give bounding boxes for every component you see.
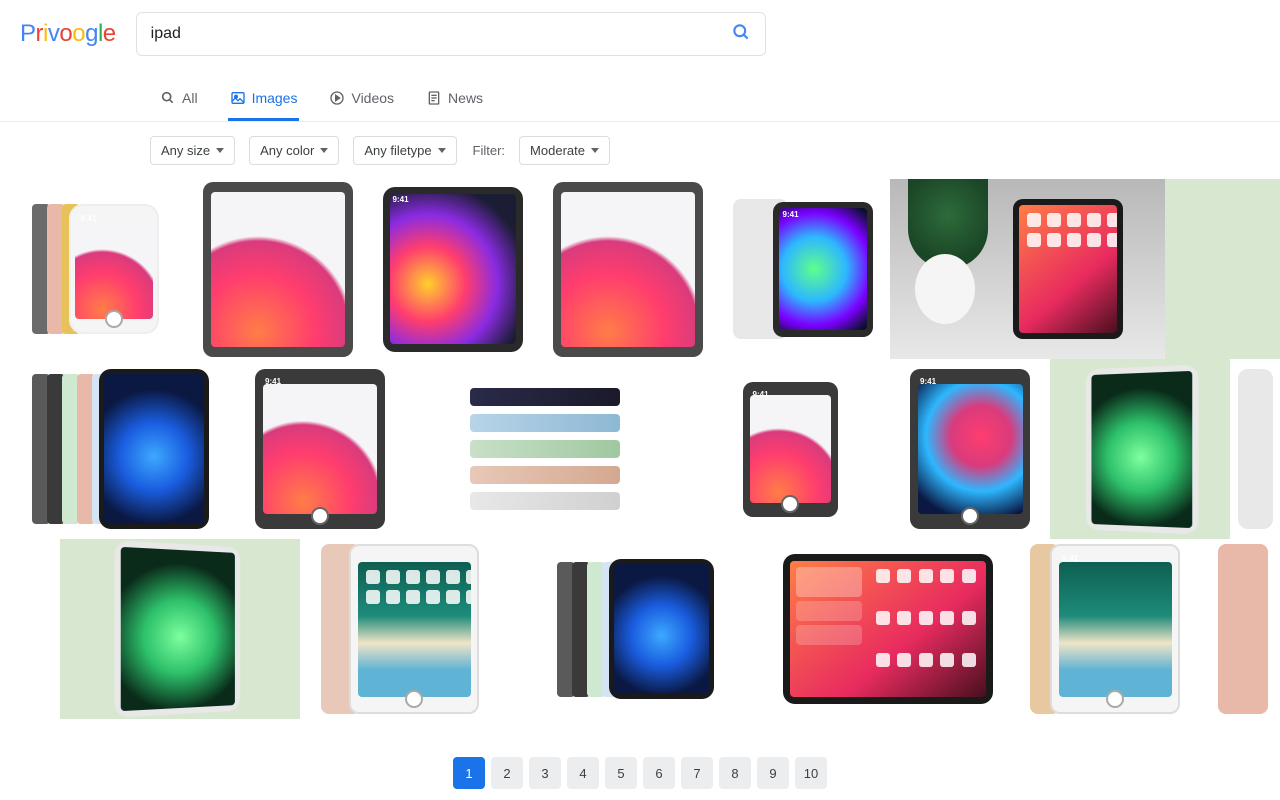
image-result[interactable]: 9:41 bbox=[1005, 539, 1205, 719]
filter-label-text: Any color bbox=[260, 143, 314, 158]
image-result-partial bbox=[0, 539, 60, 719]
page-5[interactable]: 5 bbox=[605, 757, 637, 789]
image-result[interactable] bbox=[1050, 359, 1230, 539]
chevron-down-icon bbox=[438, 148, 446, 153]
image-result[interactable] bbox=[60, 539, 300, 719]
result-row: 9:41 9:41 9:41 bbox=[0, 359, 1280, 539]
tab-all[interactable]: All bbox=[158, 80, 200, 121]
search-icon[interactable] bbox=[731, 22, 751, 47]
image-result[interactable]: 9:41 bbox=[0, 179, 190, 359]
filter-label-text: Any filetype bbox=[364, 143, 431, 158]
page-9[interactable]: 9 bbox=[757, 757, 789, 789]
logo-letter: o bbox=[59, 20, 72, 47]
logo-letter: r bbox=[36, 20, 44, 47]
page-4[interactable]: 4 bbox=[567, 757, 599, 789]
news-icon bbox=[426, 90, 442, 106]
image-result[interactable] bbox=[500, 539, 770, 719]
page-10[interactable]: 10 bbox=[795, 757, 827, 789]
filter-label-text: Moderate bbox=[530, 143, 585, 158]
search-box bbox=[136, 12, 766, 56]
filter-bar: Any size Any color Any filetype Filter: … bbox=[0, 122, 1280, 179]
page-2[interactable]: 2 bbox=[491, 757, 523, 789]
tab-label: Videos bbox=[351, 90, 394, 106]
tab-images[interactable]: Images bbox=[228, 80, 300, 121]
tab-news[interactable]: News bbox=[424, 80, 485, 121]
page-6[interactable]: 6 bbox=[643, 757, 675, 789]
chevron-down-icon bbox=[591, 148, 599, 153]
filter-filetype[interactable]: Any filetype bbox=[353, 136, 456, 165]
image-result[interactable] bbox=[0, 359, 240, 539]
image-result[interactable]: 9:41 bbox=[715, 179, 890, 359]
image-result[interactable] bbox=[770, 539, 1005, 719]
result-row: 9:41 9:41 9:41 bbox=[0, 179, 1280, 359]
filter-label-text: Any size bbox=[161, 143, 210, 158]
image-result[interactable]: 9:41 bbox=[365, 179, 540, 359]
tab-label: News bbox=[448, 90, 483, 106]
image-result[interactable]: 9:41 bbox=[690, 359, 890, 539]
image-result[interactable] bbox=[1205, 539, 1280, 719]
page-8[interactable]: 8 bbox=[719, 757, 751, 789]
tab-label: All bbox=[182, 90, 198, 106]
header: Privoogle bbox=[0, 0, 1280, 56]
filter-size[interactable]: Any size bbox=[150, 136, 235, 165]
filter-moderate[interactable]: Moderate bbox=[519, 136, 610, 165]
image-result[interactable] bbox=[400, 359, 690, 539]
image-result[interactable] bbox=[890, 179, 1165, 359]
search-tabs: All Images Videos News bbox=[0, 80, 1280, 122]
filter-color[interactable]: Any color bbox=[249, 136, 339, 165]
chevron-down-icon bbox=[216, 148, 224, 153]
image-result[interactable]: 9:41 bbox=[890, 359, 1050, 539]
image-result[interactable] bbox=[300, 539, 500, 719]
logo-letter: v bbox=[48, 20, 60, 47]
logo-letter: e bbox=[103, 20, 116, 47]
image-result[interactable]: 9:41 bbox=[240, 359, 400, 539]
search-input[interactable] bbox=[151, 25, 731, 43]
tab-videos[interactable]: Videos bbox=[327, 80, 396, 121]
result-row: 9:41 bbox=[0, 539, 1280, 719]
logo[interactable]: Privoogle bbox=[20, 20, 116, 48]
image-result[interactable] bbox=[190, 179, 365, 359]
page-1[interactable]: 1 bbox=[453, 757, 485, 789]
image-result[interactable] bbox=[540, 179, 715, 359]
tab-label: Images bbox=[252, 90, 298, 106]
video-icon bbox=[329, 90, 345, 106]
image-icon bbox=[230, 90, 246, 106]
image-result[interactable] bbox=[1230, 359, 1280, 539]
search-icon bbox=[160, 90, 176, 106]
image-result[interactable] bbox=[1165, 179, 1280, 359]
logo-letter: g bbox=[85, 20, 98, 47]
logo-letter: P bbox=[20, 20, 36, 47]
filter-safesearch-label: Filter: bbox=[473, 143, 506, 158]
page-3[interactable]: 3 bbox=[529, 757, 561, 789]
pagination: 1 2 3 4 5 6 7 8 9 10 bbox=[0, 757, 1280, 789]
image-results: 9:41 9:41 9:41 bbox=[0, 179, 1280, 719]
chevron-down-icon bbox=[320, 148, 328, 153]
page-7[interactable]: 7 bbox=[681, 757, 713, 789]
logo-letter: o bbox=[72, 20, 85, 47]
